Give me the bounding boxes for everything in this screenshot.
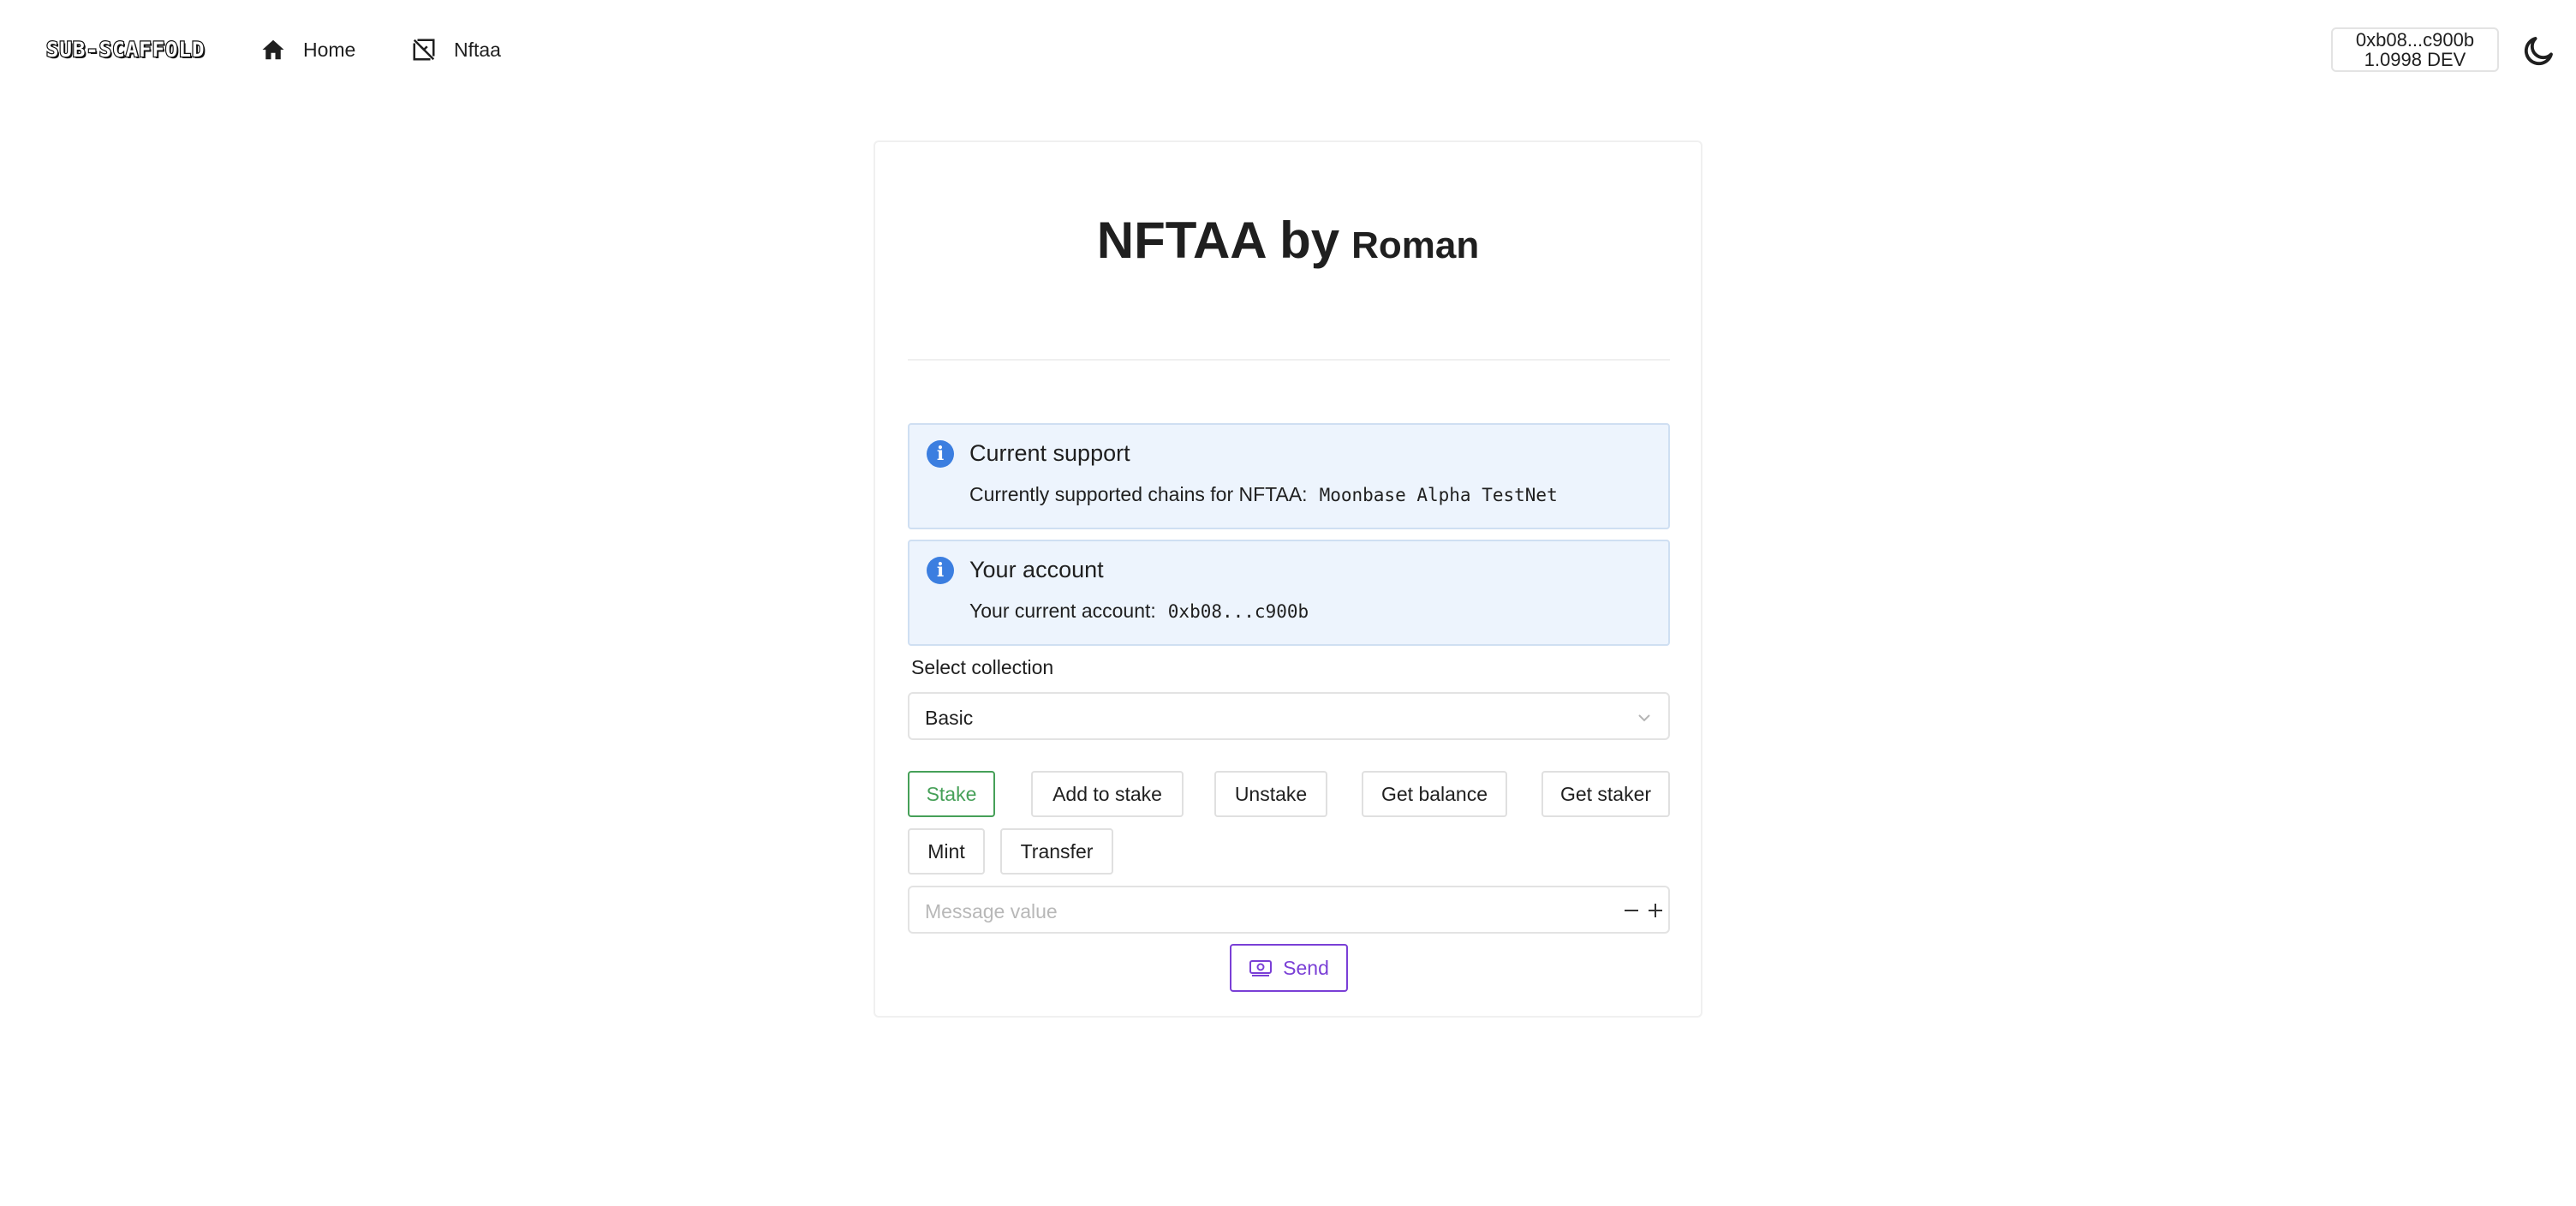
alert-value: Moonbase Alpha TestNet [1319,485,1558,505]
alert-text: Your current account: [969,600,1156,622]
alert-text: Currently supported chains for NFTAA: [969,483,1308,505]
nav-link-label: Nftaa [454,38,501,61]
alert-value: 0xb08...c900b [1167,601,1309,622]
nav-link-label: Home [303,38,356,61]
logo[interactable]: SUB-SCAFFOLD [45,36,206,63]
account-balance: 1.0998 DEV [2364,49,2466,70]
home-icon [262,39,284,60]
alert-your-account: i Your account Your current account: 0xb0… [908,540,1670,646]
get-staker-button[interactable]: Get staker [1541,771,1670,817]
moon-icon[interactable] [2521,33,2557,69]
chevron-down-icon [1638,714,1650,722]
plus-icon[interactable] [1644,899,1667,922]
alert-description: Currently supported chains for NFTAA: Moo… [969,483,1558,506]
mint-button[interactable]: Mint [908,828,985,875]
get-balance-button[interactable]: Get balance [1362,771,1507,817]
nft-icon [413,39,435,61]
message-value-field [908,886,1670,934]
message-value-input[interactable] [923,896,1577,927]
account-button[interactable]: 0xb08...c900b 1.0998 DEV [2331,27,2499,72]
select-value: Basic [925,707,974,729]
money-icon [1249,960,1273,976]
account-address: 0xb08...c900b [2355,29,2475,51]
add-to-stake-button[interactable]: Add to stake [1031,771,1184,817]
alert-title: Current support [969,440,1130,466]
send-label: Send [1283,956,1329,979]
divider [908,359,1670,361]
alert-description: Your current account: 0xb08...c900b [969,600,1309,623]
title-author: Roman [1351,224,1480,266]
send-button[interactable]: Send [1230,944,1348,992]
nftaa-card: NFTAA by Roman i Current support Currentl… [874,140,1702,1018]
page-title: NFTAA by Roman [875,211,1701,270]
stake-button[interactable]: Stake [908,771,995,817]
nav-link-nftaa[interactable]: Nftaa [411,33,501,67]
minus-icon[interactable] [1620,899,1643,922]
alert-current-support: i Current support Currently supported ch… [908,423,1670,529]
collection-select[interactable]: Basic [908,692,1670,740]
transfer-button[interactable]: Transfer [1000,828,1113,875]
title-main: NFTAA by [1096,212,1340,269]
info-icon: i [927,557,954,584]
navbar: SUB-SCAFFOLD Home Nftaa 0xb08...c900b 1.… [0,0,2576,101]
nav-link-home[interactable]: Home [260,33,355,67]
info-icon: i [927,440,954,468]
unstake-button[interactable]: Unstake [1214,771,1327,817]
select-collection-label: Select collection [911,656,1054,678]
alert-title: Your account [969,557,1104,582]
